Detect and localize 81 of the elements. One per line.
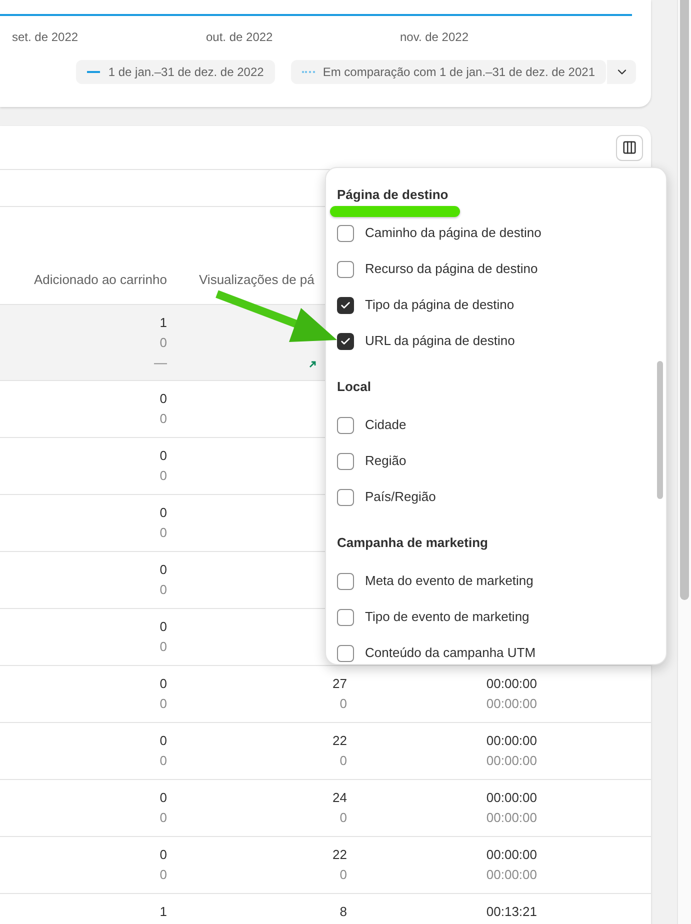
current-value: 1	[160, 314, 167, 332]
previous-value: 00:00:00	[486, 809, 537, 827]
previous-value: 00:00:00	[486, 866, 537, 884]
check-icon	[340, 300, 351, 310]
check-icon	[340, 336, 351, 346]
previous-value: 0	[160, 334, 167, 352]
previous-value: 00:00:00	[486, 695, 537, 713]
previous-value: 0	[160, 410, 167, 428]
solid-line-icon	[87, 71, 100, 73]
column-header[interactable]: Adicionado ao carrinho	[0, 270, 175, 289]
current-value: 22	[332, 846, 347, 864]
checkbox[interactable]	[337, 608, 354, 626]
current-value: 24	[332, 789, 347, 807]
current-value: 0	[160, 675, 167, 693]
checkbox[interactable]	[337, 488, 354, 506]
current-value: 0	[160, 561, 167, 579]
column-option[interactable]: Recurso da página de destino	[337, 251, 655, 287]
current-value: 00:00:00	[486, 789, 537, 807]
previous-value: 0	[160, 695, 167, 713]
checkbox[interactable]	[337, 332, 354, 350]
section-heading: Página de destino	[337, 186, 450, 204]
previous-value: 0	[340, 695, 347, 713]
previous-value: 0	[160, 638, 167, 656]
checkbox[interactable]	[337, 452, 354, 470]
scrollbar-thumb[interactable]	[680, 0, 689, 600]
current-value: 00:00:00	[486, 675, 537, 693]
column-option[interactable]: Tipo de evento de marketing	[337, 599, 655, 635]
current-value: 27	[332, 675, 347, 693]
current-value: 00:00:00	[486, 846, 537, 864]
trend-up-icon	[309, 361, 316, 368]
column-option[interactable]: Região	[337, 443, 655, 479]
previous-value: 0	[340, 752, 347, 770]
previous-value: 0	[160, 752, 167, 770]
legend-label: Em comparação com 1 de jan.–31 de dez. de 2021	[322, 64, 595, 81]
axis-label: set. de 2022	[12, 29, 80, 46]
current-value: 00:00:00	[486, 732, 537, 750]
axis-label: nov. de 2022	[400, 29, 470, 46]
previous-value: 0	[160, 524, 167, 542]
menu-scrollbar-thumb[interactable]	[657, 361, 663, 499]
previous-value: 0	[160, 467, 167, 485]
previous-value: 0	[340, 809, 347, 827]
current-value: 00:13:21	[486, 903, 537, 921]
column-option[interactable]: País/Região	[337, 479, 655, 515]
columns-button[interactable]	[616, 134, 643, 160]
column-option[interactable]: Conteúdo da campanha UTM	[337, 635, 655, 664]
legend-item[interactable]: Em comparação com 1 de jan.–31 de dez. de 2021	[290, 60, 606, 84]
current-value: 0	[160, 732, 167, 750]
previous-value: 0	[160, 866, 167, 884]
section-heading: Local	[337, 378, 372, 396]
checkbox[interactable]	[337, 572, 354, 590]
column-option[interactable]: Cidade	[337, 407, 655, 443]
dropdown-button[interactable]	[607, 60, 636, 84]
checkbox[interactable]	[337, 260, 354, 278]
column-option[interactable]: Caminho da página de destino	[337, 215, 655, 251]
column-option[interactable]: Meta do evento de marketing	[337, 563, 655, 599]
current-value: 22	[332, 732, 347, 750]
legend-item[interactable]: 1 de jan.–31 de dez. de 2022	[76, 60, 275, 84]
column-option[interactable]: Tipo da página de destino	[337, 287, 655, 323]
current-value: 0	[160, 789, 167, 807]
section-heading: Campanha de marketing	[337, 534, 489, 552]
column-option[interactable]: URL da página de destino	[337, 323, 655, 359]
current-value: 1	[160, 903, 167, 921]
checkbox[interactable]	[337, 296, 354, 314]
current-value: 0	[160, 504, 167, 522]
checkbox[interactable]	[337, 416, 354, 434]
previous-value: 0	[160, 809, 167, 827]
current-value: 0	[160, 846, 167, 864]
current-value: 0	[160, 390, 167, 408]
checkbox[interactable]	[337, 644, 354, 662]
axis-label: out. de 2022	[206, 29, 274, 46]
previous-value: 00:00:00	[486, 752, 537, 770]
checkbox[interactable]	[337, 224, 354, 242]
columns-icon	[622, 140, 637, 155]
current-value: 8	[340, 903, 347, 921]
dotted-line-icon	[302, 71, 315, 73]
current-value: 0	[160, 447, 167, 465]
current-value: 0	[160, 618, 167, 636]
previous-value: 0	[160, 581, 167, 599]
legend-label: 1 de jan.–31 de dez. de 2022	[108, 64, 264, 81]
previous-value: —	[154, 354, 167, 372]
previous-value: 0	[340, 866, 347, 884]
